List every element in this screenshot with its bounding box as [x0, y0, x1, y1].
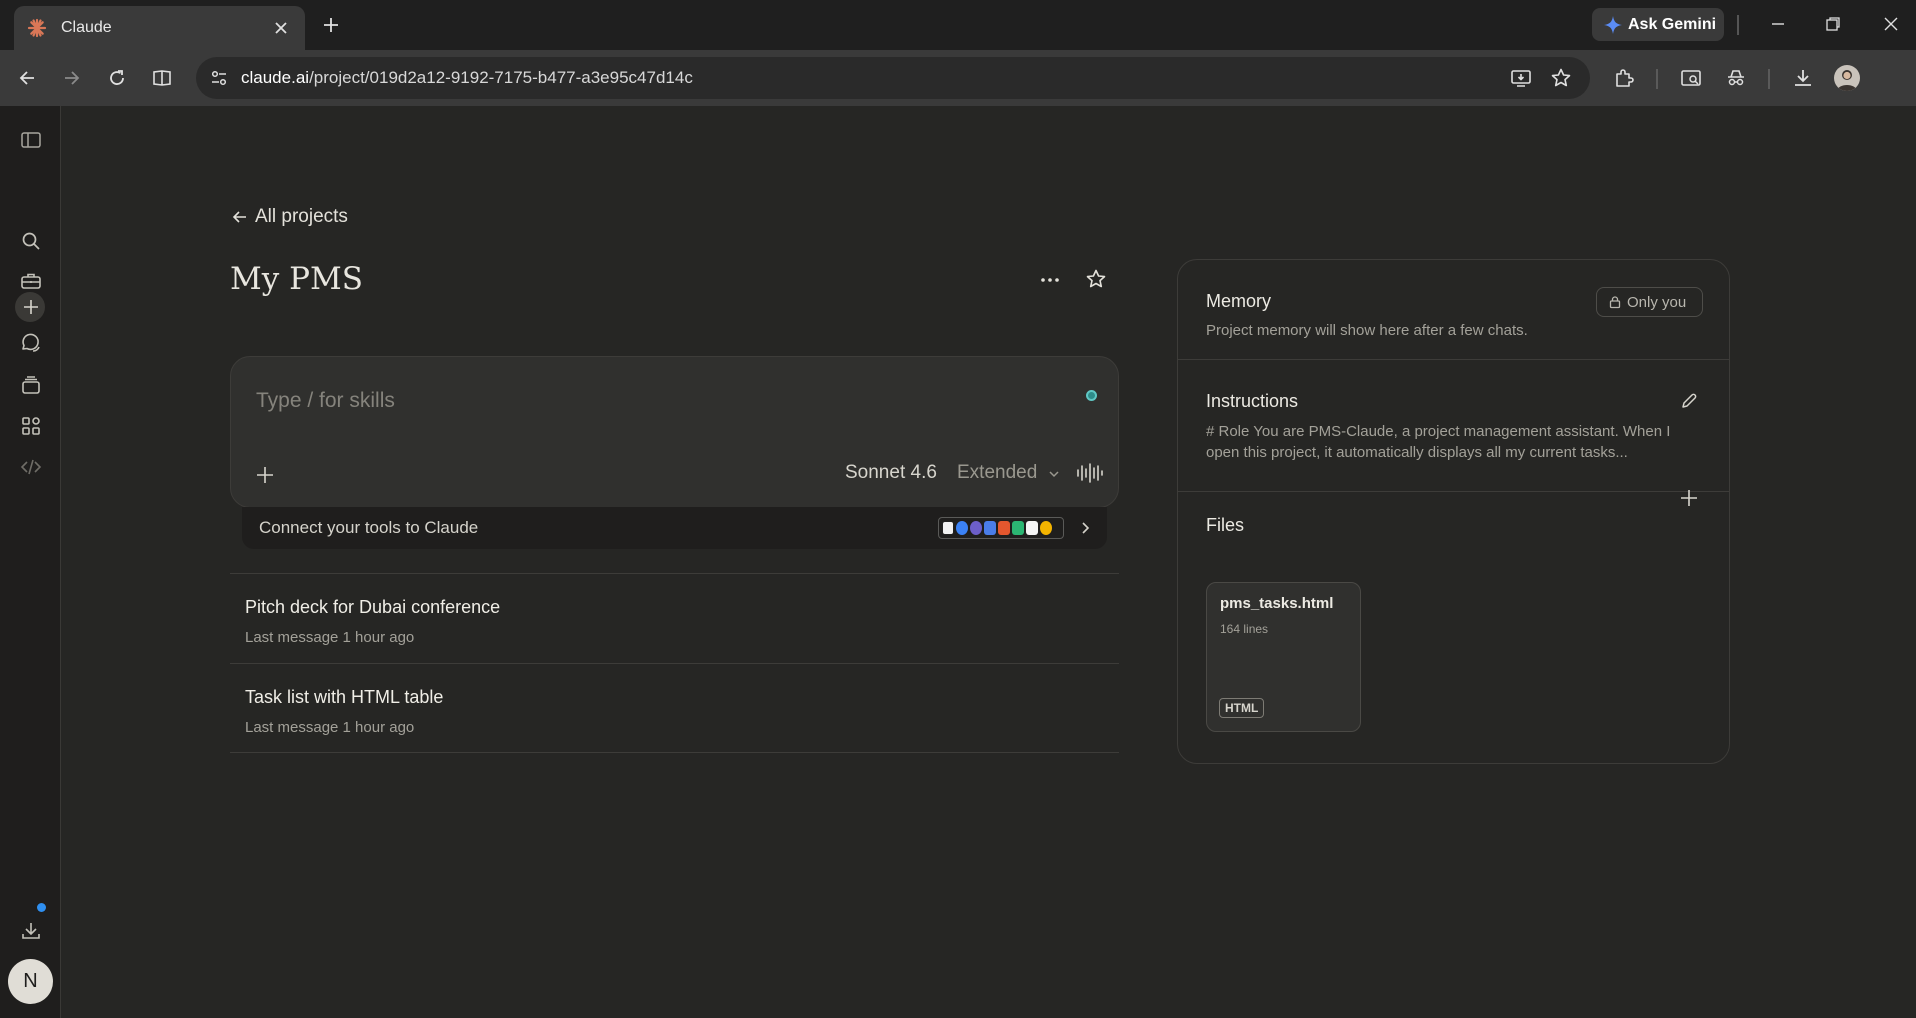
- chat-subtitle: Last message 1 hour ago: [245, 629, 415, 646]
- more-options-icon[interactable]: [1038, 268, 1062, 292]
- chat-list: Pitch deck for Dubai conference Last mes…: [230, 573, 1119, 753]
- canva-icon: [956, 521, 968, 535]
- url-host: claude.ai: [241, 68, 310, 87]
- chat-item[interactable]: Task list with HTML table Last message 1…: [230, 663, 1119, 753]
- profile-avatar[interactable]: [1834, 65, 1860, 91]
- instructions-title: Instructions: [1206, 391, 1299, 411]
- file-name: pms_tasks.html: [1220, 595, 1334, 612]
- extensions-icon[interactable]: [1612, 66, 1636, 90]
- url-path: /project/019d2a12-9192-7175-b477-a3e95c4…: [309, 68, 693, 87]
- reload-icon[interactable]: [105, 66, 129, 90]
- lock-icon: [1609, 296, 1621, 309]
- chevron-down-icon[interactable]: [1046, 466, 1062, 482]
- search-icon[interactable]: [19, 229, 43, 253]
- status-dot: [1086, 390, 1097, 401]
- download-app-icon[interactable]: [19, 919, 43, 943]
- forward-arrow-icon[interactable]: [60, 66, 84, 90]
- user-avatar[interactable]: N: [8, 959, 53, 1004]
- restore-icon[interactable]: [1823, 14, 1843, 34]
- close-window-icon[interactable]: [1881, 14, 1901, 34]
- incognito-icon[interactable]: [1724, 66, 1748, 90]
- back-arrow-icon[interactable]: [15, 66, 39, 90]
- connect-tools-banner[interactable]: Connect your tools to Claude: [242, 507, 1107, 549]
- chevron-right-icon[interactable]: [1076, 519, 1094, 537]
- claude-logo-icon: [27, 18, 47, 38]
- tab-title: Claude: [61, 19, 112, 36]
- minimize-icon[interactable]: [1768, 14, 1788, 34]
- plus-icon[interactable]: [19, 295, 43, 319]
- thinking-mode-selector[interactable]: Extended: [957, 462, 1037, 484]
- split-view-icon[interactable]: [150, 66, 174, 90]
- close-tab-icon[interactable]: [271, 18, 291, 38]
- chat-title: Pitch deck for Dubai conference: [245, 597, 501, 617]
- toolbox-icon[interactable]: [19, 269, 43, 293]
- gemini-star-icon: [1604, 15, 1622, 34]
- arrow-left-icon: [232, 211, 246, 223]
- browser-titlebar: Claude Ask Gemini: [0, 0, 1916, 50]
- file-card[interactable]: pms_tasks.html 164 lines HTML: [1206, 582, 1361, 732]
- toolbar-separator: [1768, 69, 1770, 89]
- file-type-badge: HTML: [1219, 698, 1265, 718]
- main-content: All projects My PMS Type / for skills So…: [61, 106, 1916, 1018]
- instructions-section[interactable]: Instructions # Role You are PMS-Claude, …: [1178, 360, 1729, 492]
- ask-gemini-label: Ask Gemini: [1628, 15, 1717, 33]
- message-composer[interactable]: Type / for skills Sonnet 4.6 Extended: [230, 356, 1119, 508]
- browser-toolbar: claude.ai/project/019d2a12-9192-7175-b47…: [0, 50, 1916, 106]
- voice-mode-icon[interactable]: [1076, 461, 1104, 485]
- sidebar: N: [0, 106, 61, 1018]
- ask-gemini-button[interactable]: Ask Gemini: [1592, 8, 1724, 41]
- add-attachment-icon[interactable]: [253, 463, 277, 487]
- chat-subtitle: Last message 1 hour ago: [245, 719, 415, 736]
- add-file-icon[interactable]: [1678, 487, 1700, 509]
- docs-icon: [1026, 521, 1038, 535]
- favorite-star-icon[interactable]: [1084, 267, 1108, 291]
- connect-tools-label: Connect your tools to Claude: [259, 518, 479, 537]
- artifacts-icon[interactable]: [19, 414, 43, 438]
- chats-icon[interactable]: [19, 331, 43, 355]
- projects-icon[interactable]: [19, 373, 43, 397]
- toggle-sidebar-icon[interactable]: [19, 128, 43, 152]
- sheets-icon: [1012, 521, 1024, 535]
- address-bar[interactable]: claude.ai/project/019d2a12-9192-7175-b47…: [196, 57, 1590, 99]
- visibility-badge[interactable]: Only you: [1596, 287, 1703, 317]
- notification-dot: [37, 903, 46, 912]
- tool-logos: [938, 517, 1064, 539]
- browser-tab[interactable]: Claude: [14, 6, 305, 50]
- bookmark-star-icon[interactable]: [1549, 66, 1573, 90]
- chrome-icon: [1040, 521, 1052, 535]
- chat-title: Task list with HTML table: [245, 687, 444, 707]
- memory-text: Project memory will show here after a fe…: [1206, 322, 1528, 339]
- code-icon[interactable]: [19, 455, 43, 479]
- chat-item[interactable]: Pitch deck for Dubai conference Last mes…: [230, 573, 1119, 663]
- memory-section: Memory Only you Project memory will show…: [1178, 260, 1729, 360]
- all-projects-link[interactable]: All projects: [231, 206, 348, 228]
- toolbar-separator: [1656, 69, 1658, 89]
- downloads-icon[interactable]: [1791, 66, 1815, 90]
- url-text: claude.ai/project/019d2a12-9192-7175-b47…: [241, 68, 693, 88]
- edit-instructions-icon[interactable]: [1678, 390, 1700, 412]
- notion-icon: [942, 521, 954, 535]
- titlebar-separator: [1737, 15, 1739, 35]
- install-app-icon[interactable]: [1509, 66, 1533, 90]
- drive-icon: [984, 521, 996, 535]
- file-lines: 164 lines: [1220, 622, 1269, 636]
- figma-icon: [998, 521, 1010, 535]
- project-title: My PMS: [230, 261, 363, 297]
- all-projects-label: All projects: [255, 206, 348, 227]
- memory-title: Memory: [1206, 291, 1272, 311]
- composer-placeholder[interactable]: Type / for skills: [256, 389, 395, 413]
- linear-icon: [970, 521, 982, 535]
- files-title: Files: [1206, 515, 1245, 535]
- site-settings-icon[interactable]: [207, 66, 231, 90]
- new-tab-icon[interactable]: [320, 14, 342, 36]
- instructions-text: # Role You are PMS-Claude, a project man…: [1206, 423, 1671, 461]
- project-knowledge-panel: Memory Only you Project memory will show…: [1177, 259, 1730, 764]
- tab-search-icon[interactable]: [1679, 66, 1703, 90]
- model-selector[interactable]: Sonnet 4.6: [845, 462, 937, 484]
- visibility-label: Only you: [1627, 293, 1687, 311]
